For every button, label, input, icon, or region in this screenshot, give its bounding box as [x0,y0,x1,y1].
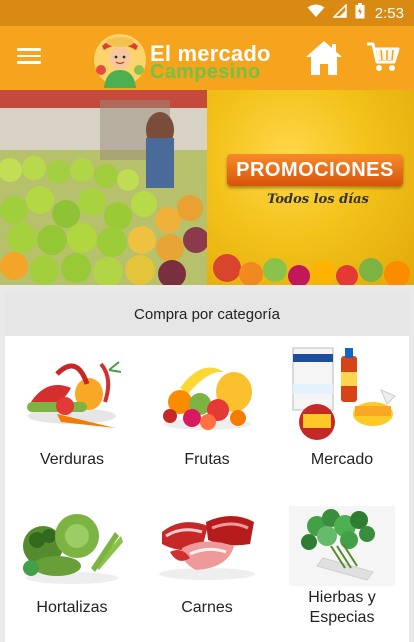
category-label: Mercado [310,451,374,468]
banner-promo-panel: PROMOCIONES Todos los días [207,90,414,285]
category-hierbas-especias[interactable]: Hierbas y Especias [275,488,409,638]
menu-icon [14,48,44,64]
category-header: Compra por categoría [5,292,409,336]
home-button[interactable] [304,38,344,78]
home-icon [306,41,342,75]
category-label: Carnes [181,599,233,616]
app-logo: El mercado Campesino [88,28,278,88]
fruits-image [163,367,252,430]
signal-icon [331,3,347,22]
app-bar: El mercado Campesino [0,26,414,90]
category-grid: Verduras Frutas Mercado Hortalizas Carne… [5,336,409,642]
category-label: Frutas [184,451,230,468]
banner-produce-photo [0,90,207,285]
promo-title: PROMOCIONES [227,154,403,186]
category-mercado[interactable]: Mercado [275,336,409,486]
category-frutas[interactable]: Frutas [140,336,274,486]
wifi-icon [307,4,325,22]
category-label: Verduras [39,451,105,468]
cart-icon [367,42,400,71]
category-verduras[interactable]: Verduras [5,336,139,486]
herbs-image [289,506,395,586]
cart-button[interactable] [366,40,400,74]
meats-image [159,516,255,580]
category-panel: Compra por categoría Verduras Frutas Mer… [5,292,409,642]
vegetables-image [27,361,122,428]
logo-text-line2: Campesino [150,61,261,83]
status-bar: 2:53 [0,0,414,26]
groceries-image [292,347,396,440]
category-carnes[interactable]: Carnes [140,488,274,638]
category-label: Hierbas y Especias [308,589,376,626]
category-label: Hortalizas [36,599,108,616]
promo-subtitle: Todos los días [267,192,369,207]
greens-image [23,514,123,584]
clock-time: 2:53 [374,4,404,22]
category-hortalizas[interactable]: Hortalizas [5,488,139,638]
logo-mascot-icon [94,34,146,88]
battery-icon [355,3,365,23]
menu-button[interactable] [14,44,44,72]
promo-banner[interactable]: PROMOCIONES Todos los días [0,90,414,285]
